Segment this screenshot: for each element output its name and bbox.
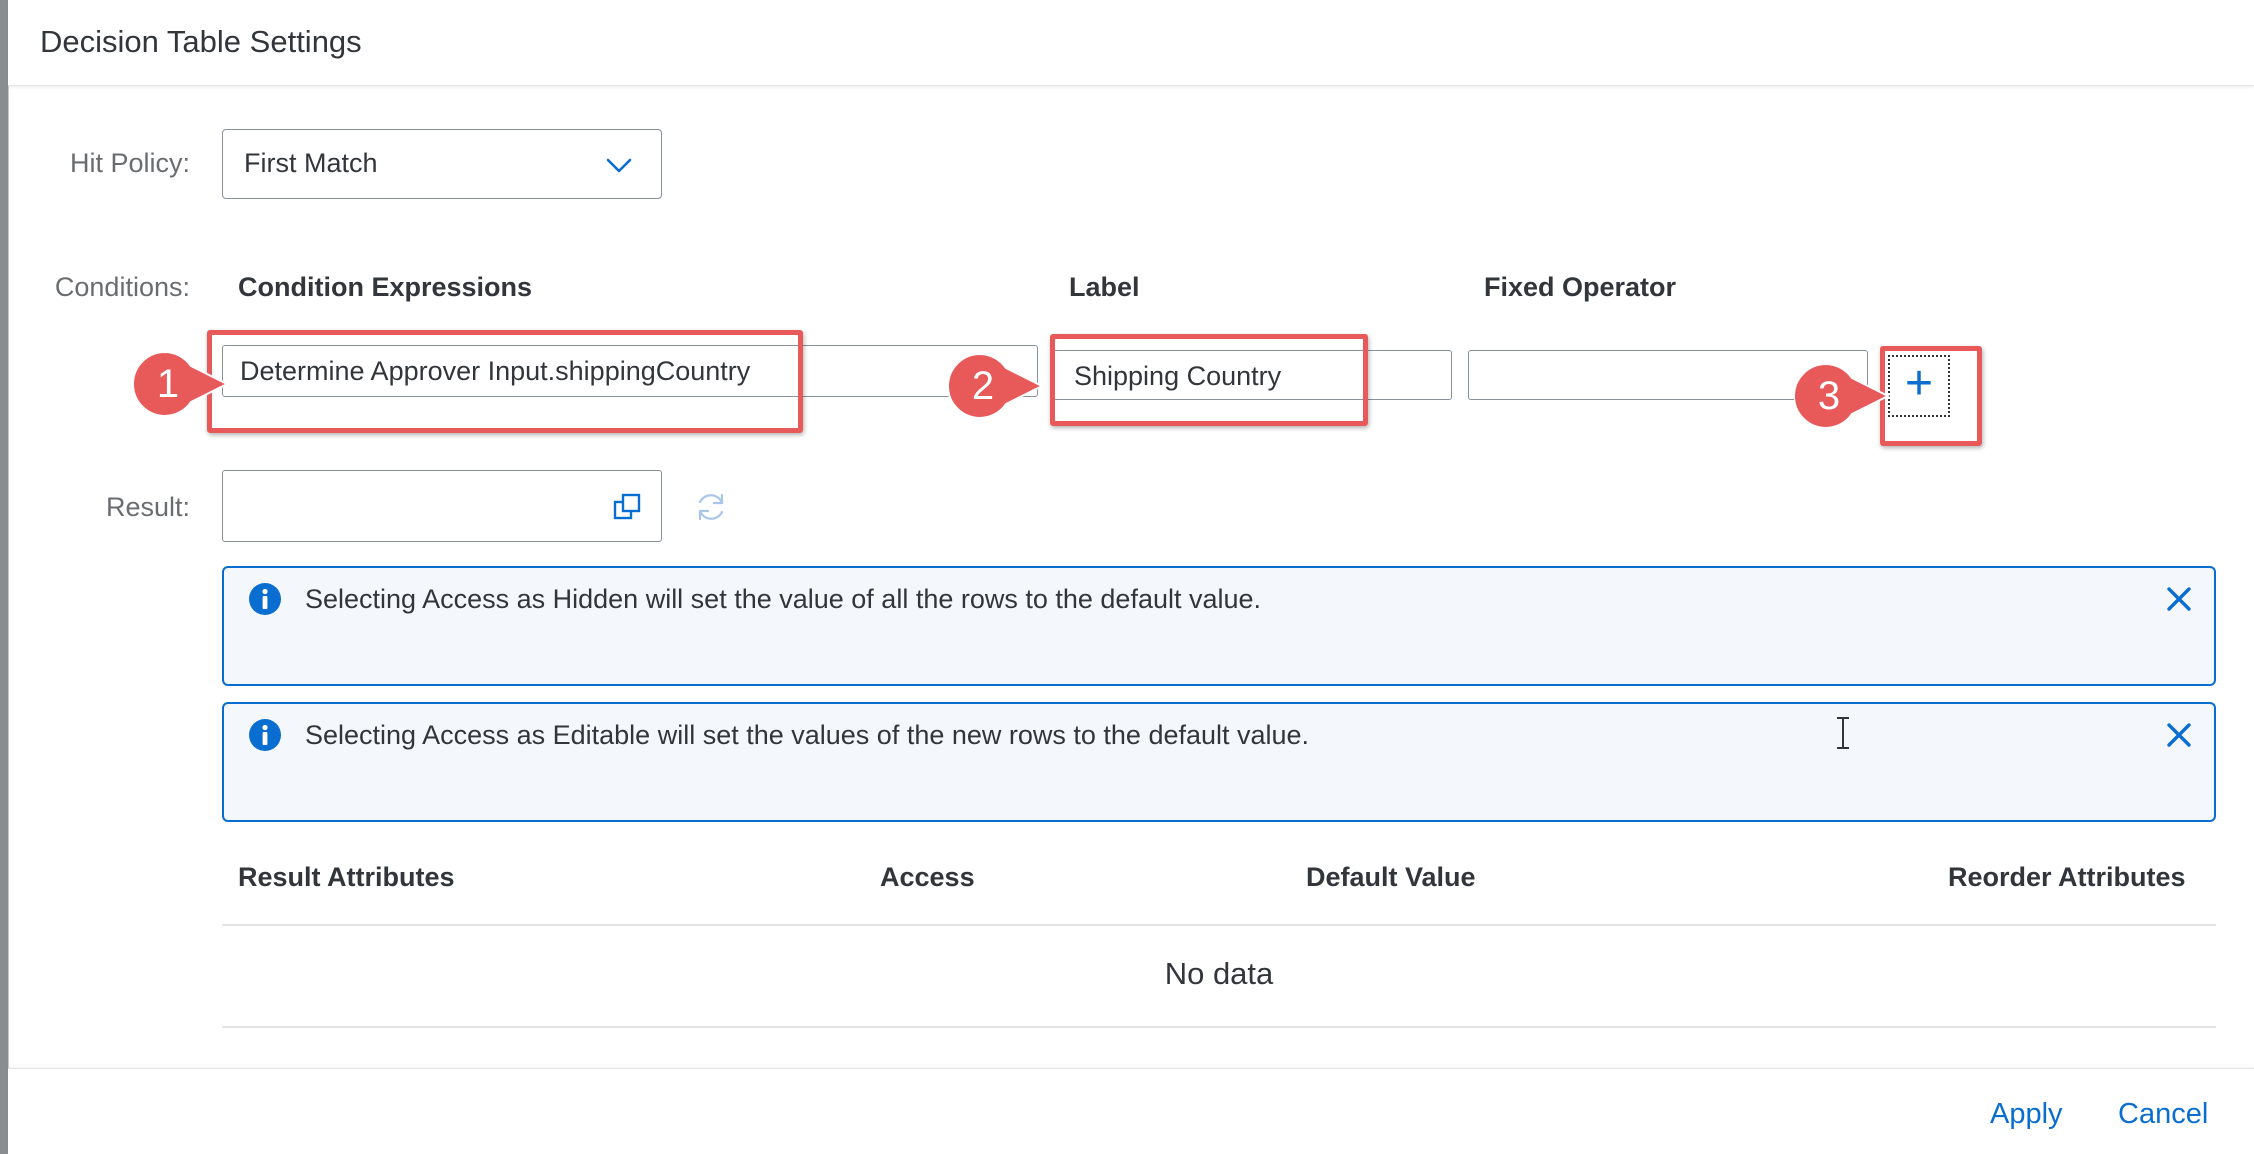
table-header-divider [222,924,2216,926]
result-label: Result: [105,492,190,522]
close-icon[interactable] [2164,584,2194,614]
apply-button[interactable]: Apply [1990,1098,2063,1131]
chevron-down-icon[interactable] [604,150,634,180]
message-text-hidden: Selecting Access as Hidden will set the … [305,584,1262,614]
table-bottom-divider [222,1026,2216,1028]
header-condition-expressions: Condition Expressions [238,272,533,302]
header-access: Access [880,862,975,892]
close-icon[interactable] [2164,720,2194,750]
value-help-icon[interactable] [612,492,642,522]
result-input[interactable] [222,470,662,542]
header-result-attributes: Result Attributes [238,862,455,892]
text-cursor-icon [1837,717,1849,749]
info-icon [249,719,281,751]
header-default-value: Default Value [1306,862,1476,892]
hit-policy-value: First Match [244,148,378,178]
highlight-box-3 [1880,346,1982,446]
highlight-box-1 [207,330,803,433]
header-fixed-operator: Fixed Operator [1484,272,1677,302]
dialog-title: Decision Table Settings [40,24,362,59]
header-label: Label [1069,272,1140,302]
no-data-text: No data [1164,956,1274,991]
callout-number-2: 2 [971,364,995,408]
cancel-button[interactable]: Cancel [2118,1098,2208,1131]
callout-number-3: 3 [1817,374,1841,418]
message-text-editable: Selecting Access as Editable will set th… [305,720,1310,750]
highlight-box-2 [1050,334,1368,426]
dialog-footer [8,1068,2254,1154]
callout-number-1: 1 [156,362,180,406]
info-icon [249,583,281,615]
refresh-icon[interactable] [694,490,728,524]
header-reorder-attributes: Reorder Attributes [1948,862,2186,892]
hit-policy-label: Hit Policy: [69,148,190,178]
conditions-label: Conditions: [54,272,190,302]
